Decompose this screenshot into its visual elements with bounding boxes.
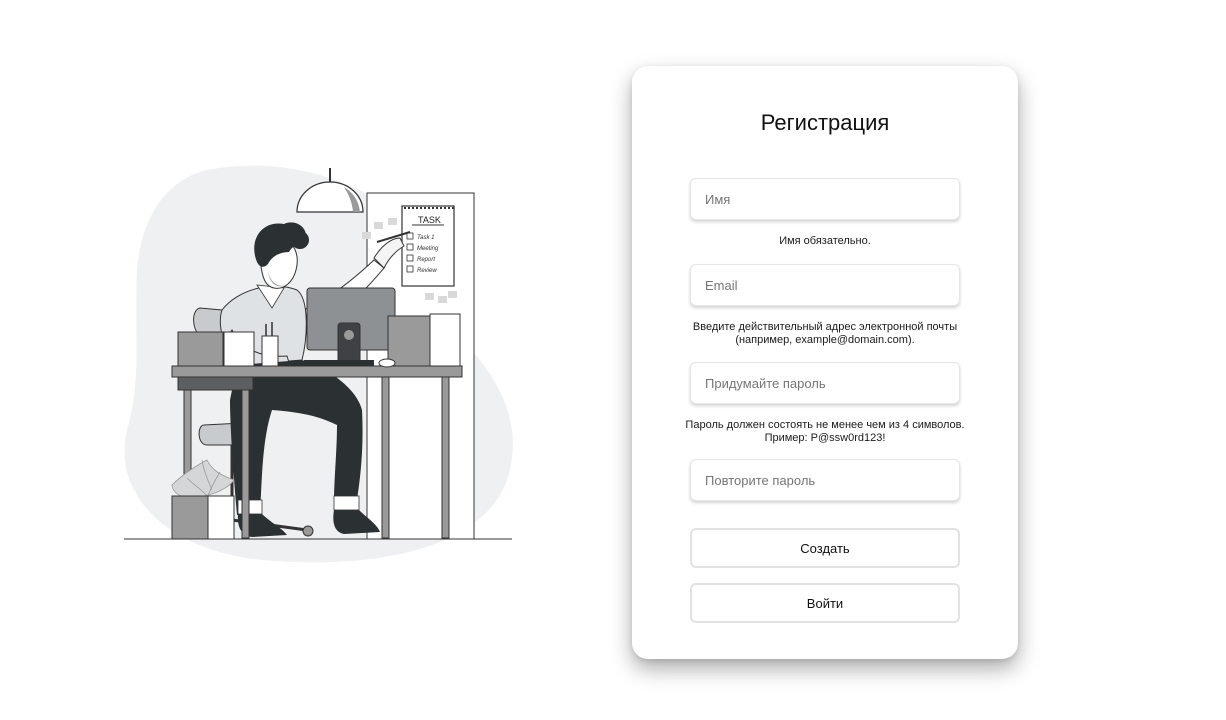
calendar-item-4: Review	[417, 268, 437, 274]
page-title: Регистрация	[760, 110, 890, 135]
name-hint: Имя обязательно.	[779, 235, 871, 247]
task-calendar: TASK Task 1 Meeting Report Review	[401, 205, 455, 287]
calendar-item-2: Meeting	[417, 246, 439, 252]
calendar-title: TASK	[418, 215, 441, 225]
calendar-item-3: Report	[417, 257, 435, 263]
email-input[interactable]	[690, 264, 960, 306]
confirm-password-input[interactable]	[690, 459, 960, 501]
email-hint: Введите действительный адрес электронной…	[692, 321, 958, 346]
registration-card: Регистрация Имя обязательно. Введите дей…	[632, 66, 1018, 659]
password-hint: Пароль должен состоять не менее чем из 4…	[685, 419, 965, 444]
page: TASK Task 1 Meeting Report Review Регист…	[0, 0, 1226, 720]
workspace-illustration: TASK Task 1 Meeting Report Review	[124, 165, 513, 563]
login-button[interactable]: Войти	[690, 583, 960, 623]
calendar-item-1: Task 1	[417, 235, 434, 241]
name-input[interactable]	[690, 178, 960, 220]
password-input[interactable]	[690, 362, 960, 404]
create-button[interactable]: Создать	[690, 528, 960, 568]
